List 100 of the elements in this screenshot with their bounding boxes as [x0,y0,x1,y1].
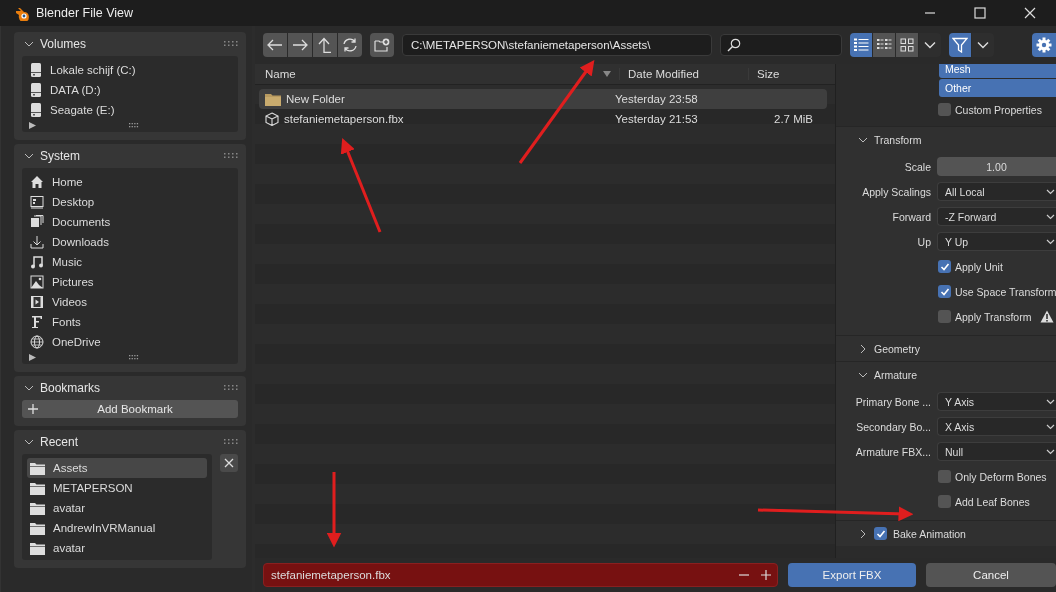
grip-icon[interactable] [224,439,238,445]
dropdown[interactable]: X Axis [937,417,1056,436]
dropdown[interactable]: Null [937,442,1056,461]
checkbox-label: Only Deform Bones [955,470,1047,483]
dropdown[interactable]: Y Up [937,232,1056,251]
place-item[interactable]: AndrewInVRManual [27,518,207,538]
place-item[interactable]: DATA (D:) [27,80,233,100]
export-button[interactable]: Export FBX [788,563,916,587]
panel-title[interactable]: System [40,149,80,163]
place-item[interactable]: avatar [27,538,207,558]
field-label: Armature FBX... [854,445,931,458]
refresh-button[interactable] [338,33,362,57]
cancel-button[interactable]: Cancel [926,563,1056,587]
checkbox[interactable] [938,260,951,273]
checkbox[interactable] [938,495,951,508]
folder-icon [265,92,281,106]
field-label: Secondary Bo... [855,420,931,433]
folder-icon [30,481,45,495]
place-item[interactable]: Fonts [27,312,233,332]
place-item[interactable]: Seagate (E:) [27,100,233,120]
chevron-down-icon[interactable] [24,383,34,393]
filter-options-dropdown[interactable] [972,33,994,57]
panel-title[interactable]: Transform [874,133,922,146]
chevron-down-icon[interactable] [24,39,34,49]
grip-icon[interactable] [224,153,238,159]
resize-grip-icon[interactable] [128,354,139,360]
place-item[interactable]: Pictures [27,272,233,292]
chevron-down-icon [1046,238,1055,245]
chevron-right-icon[interactable] [858,343,868,354]
field-label: Up [916,235,931,248]
download-icon [30,235,44,249]
checkbox[interactable] [938,310,951,323]
checkbox[interactable] [938,103,951,116]
place-item[interactable]: Videos [27,292,233,312]
chevron-down-icon [1046,188,1055,195]
place-item[interactable]: Documents [27,212,233,232]
place-item[interactable]: avatar [27,498,207,518]
horizontal-list-view-button[interactable] [873,33,895,57]
place-item[interactable]: METAPERSON [27,478,207,498]
place-item[interactable]: Home [27,172,233,192]
search-field[interactable] [720,34,842,56]
sort-arrow-icon[interactable] [603,71,611,77]
panel-title[interactable]: Armature [874,368,918,381]
dropdown[interactable]: All Local [937,182,1056,201]
maximize-icon[interactable] [974,7,986,19]
checkbox-label: Apply Transform [955,310,1032,323]
cube-icon [265,112,279,126]
panel-title[interactable]: Volumes [40,37,87,51]
dropdown[interactable]: Y Axis [937,392,1056,411]
add-bookmark-button[interactable]: Add Bookmark [22,400,238,418]
arrow-left-icon [267,39,283,51]
place-item[interactable]: Downloads [27,232,233,252]
vertical-list-view-button[interactable] [850,33,872,57]
parent-directory-button[interactable] [313,33,337,57]
expand-arrow-icon[interactable] [29,121,36,129]
plus-icon[interactable] [761,570,771,580]
forward-button[interactable] [288,33,312,57]
file-row[interactable]: stefaniemetaperson.fbx Yesterday 21:53 2.7 MiB [259,109,827,129]
file-name: stefaniemetaperson.fbx [284,113,404,125]
place-item[interactable]: Lokale schijf (C:) [27,60,233,80]
grip-icon[interactable] [224,41,238,47]
settings-button[interactable] [1032,33,1056,57]
close-icon[interactable] [1024,7,1036,19]
globe-icon [30,335,44,349]
thumbnail-view-button[interactable] [896,33,918,57]
checkbox[interactable] [938,470,951,483]
number-field[interactable]: 1.00 [937,157,1056,176]
desktop-icon [30,195,44,209]
filename-field[interactable]: stefaniemetaperson.fbx [263,563,778,587]
grip-icon[interactable] [224,385,238,391]
panel-title[interactable]: Bake Animation [893,527,966,540]
dropdown[interactable]: -Z Forward [937,207,1056,226]
expand-arrow-icon[interactable] [29,353,36,361]
chevron-right-icon[interactable] [858,528,868,539]
column-header[interactable]: Name [255,68,593,80]
chevron-down-icon[interactable] [24,437,34,447]
panel-title[interactable]: Bookmarks [40,381,101,395]
panel-title[interactable]: Recent [40,435,79,449]
columns-list-icon [876,38,892,52]
path-field[interactable]: C:\METAPERSON\stefaniemetaperson\Assets\ [402,34,712,56]
column-header[interactable]: Date Modified [619,68,748,80]
filter-toggle-button[interactable] [949,33,971,57]
checkbox[interactable] [874,527,887,540]
back-button[interactable] [263,33,287,57]
resize-grip-icon[interactable] [128,122,139,128]
chevron-down-icon[interactable] [24,151,34,161]
object-type-option[interactable]: Other [939,79,1056,97]
place-item[interactable]: Music [27,252,233,272]
place-item[interactable]: Desktop [27,192,233,212]
place-item[interactable]: OneDrive [27,332,233,352]
clear-recent-button[interactable] [220,454,238,472]
checkbox[interactable] [938,285,951,298]
new-folder-button[interactable] [370,33,394,57]
column-header[interactable]: Size [748,68,827,80]
display-options-dropdown[interactable] [919,33,941,57]
file-row[interactable]: New Folder Yesterday 23:58 [259,89,827,109]
checkbox-label: Apply Unit [955,260,1003,273]
panel-title[interactable]: Geometry [874,342,921,355]
place-item[interactable]: Assets [27,458,207,478]
object-type-option[interactable]: Mesh [939,64,1056,78]
